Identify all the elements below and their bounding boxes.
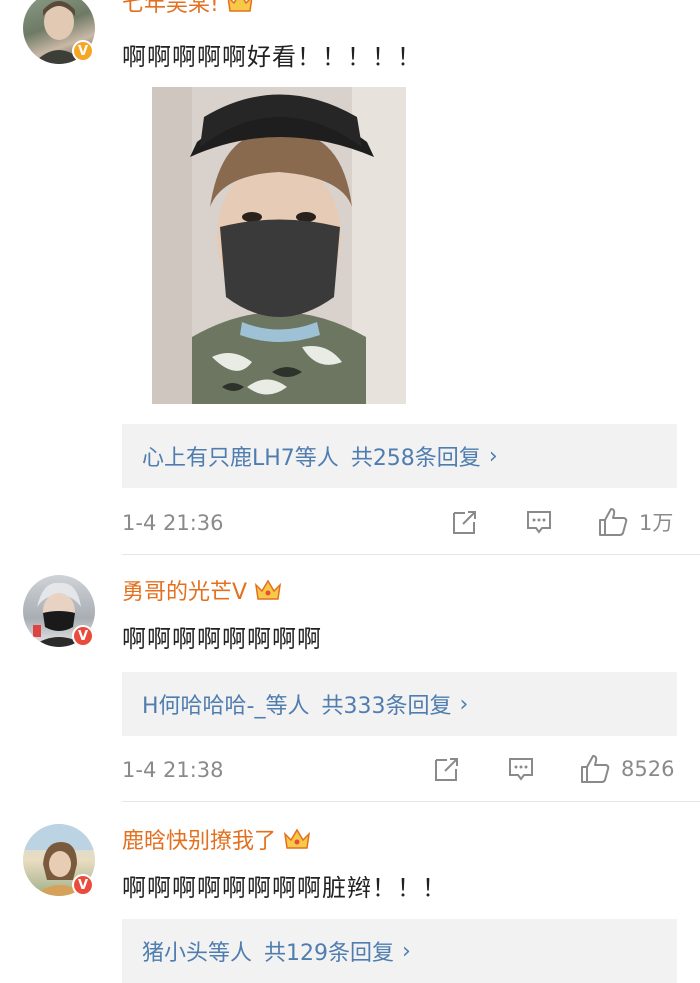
comment-text: 啊啊啊啊啊啊啊啊脏辫！！！ <box>122 874 447 902</box>
comment-text: 啊啊啊啊啊好看！！！！！ <box>122 43 422 71</box>
username[interactable]: 勇哥的光芒V <box>122 574 283 606</box>
chevron-right-icon: › <box>459 691 469 717</box>
like-button[interactable]: 1万 <box>597 506 673 538</box>
share-button[interactable] <box>451 508 479 536</box>
verified-badge-icon: V <box>72 874 94 896</box>
comment-text: 啊啊啊啊啊啊啊啊 <box>122 625 322 653</box>
reply-users[interactable]: 猪小头等人 <box>142 935 252 967</box>
share-icon <box>453 511 476 534</box>
comment-icon <box>509 758 533 781</box>
reply-users[interactable]: 心上有只鹿LH7等人 <box>142 440 339 472</box>
like-count: 8526 <box>621 757 675 781</box>
username-text[interactable]: 鹿晗快别撩我了 <box>122 823 276 855</box>
crown-icon <box>253 577 283 603</box>
replies-link[interactable]: H何哈哈哈-_等人 共333条回复 › <box>122 672 677 736</box>
share-icon <box>435 758 458 781</box>
verified-badge-icon: V <box>72 40 94 62</box>
replies-link[interactable]: 心上有只鹿LH7等人 共258条回复 › <box>122 424 677 488</box>
username-text[interactable]: 七年吴某! <box>122 0 219 18</box>
chevron-right-icon: › <box>488 443 498 469</box>
timestamp: 1-4 21:36 <box>122 511 224 535</box>
like-count: 1万 <box>639 511 674 535</box>
comment-button[interactable] <box>507 755 535 783</box>
comment-icon <box>527 511 551 534</box>
timestamp: 1-4 21:38 <box>122 758 224 782</box>
comment-photo[interactable] <box>152 87 406 404</box>
thumbs-up-icon <box>581 755 610 783</box>
crown-icon <box>282 826 312 852</box>
replies-link[interactable]: 猪小头等人 共129条回复 › <box>122 919 677 983</box>
comment-item: V 勇哥的光芒V 啊啊啊啊啊啊啊啊 H何哈哈哈-_等人 共333条回复 › 1-… <box>0 555 700 802</box>
comment-item: V 鹿晗快别撩我了 啊啊啊啊啊啊啊啊脏辫！！！ 猪小头等人 共129条回复 › <box>0 802 700 983</box>
reply-count[interactable]: 共258条回复 <box>351 440 481 472</box>
comment-item: V 七年吴某! 啊啊啊啊啊好看！！！！！ 心上有只鹿LH7等人 共258条回复 … <box>0 0 700 555</box>
reply-count[interactable]: 共333条回复 <box>321 688 451 720</box>
crown-icon <box>225 0 255 15</box>
share-button[interactable] <box>433 755 461 783</box>
username[interactable]: 鹿晗快别撩我了 <box>122 823 312 855</box>
verified-badge-icon: V <box>72 625 94 647</box>
photo-image <box>152 87 406 404</box>
comment-button[interactable] <box>525 508 553 536</box>
thumbs-up-icon <box>599 508 628 536</box>
reply-users[interactable]: H何哈哈哈-_等人 <box>142 688 309 720</box>
username-text[interactable]: 勇哥的光芒V <box>122 574 247 606</box>
reply-count[interactable]: 共129条回复 <box>264 935 394 967</box>
username[interactable]: 七年吴某! <box>122 0 255 18</box>
like-button[interactable]: 8526 <box>579 753 674 785</box>
